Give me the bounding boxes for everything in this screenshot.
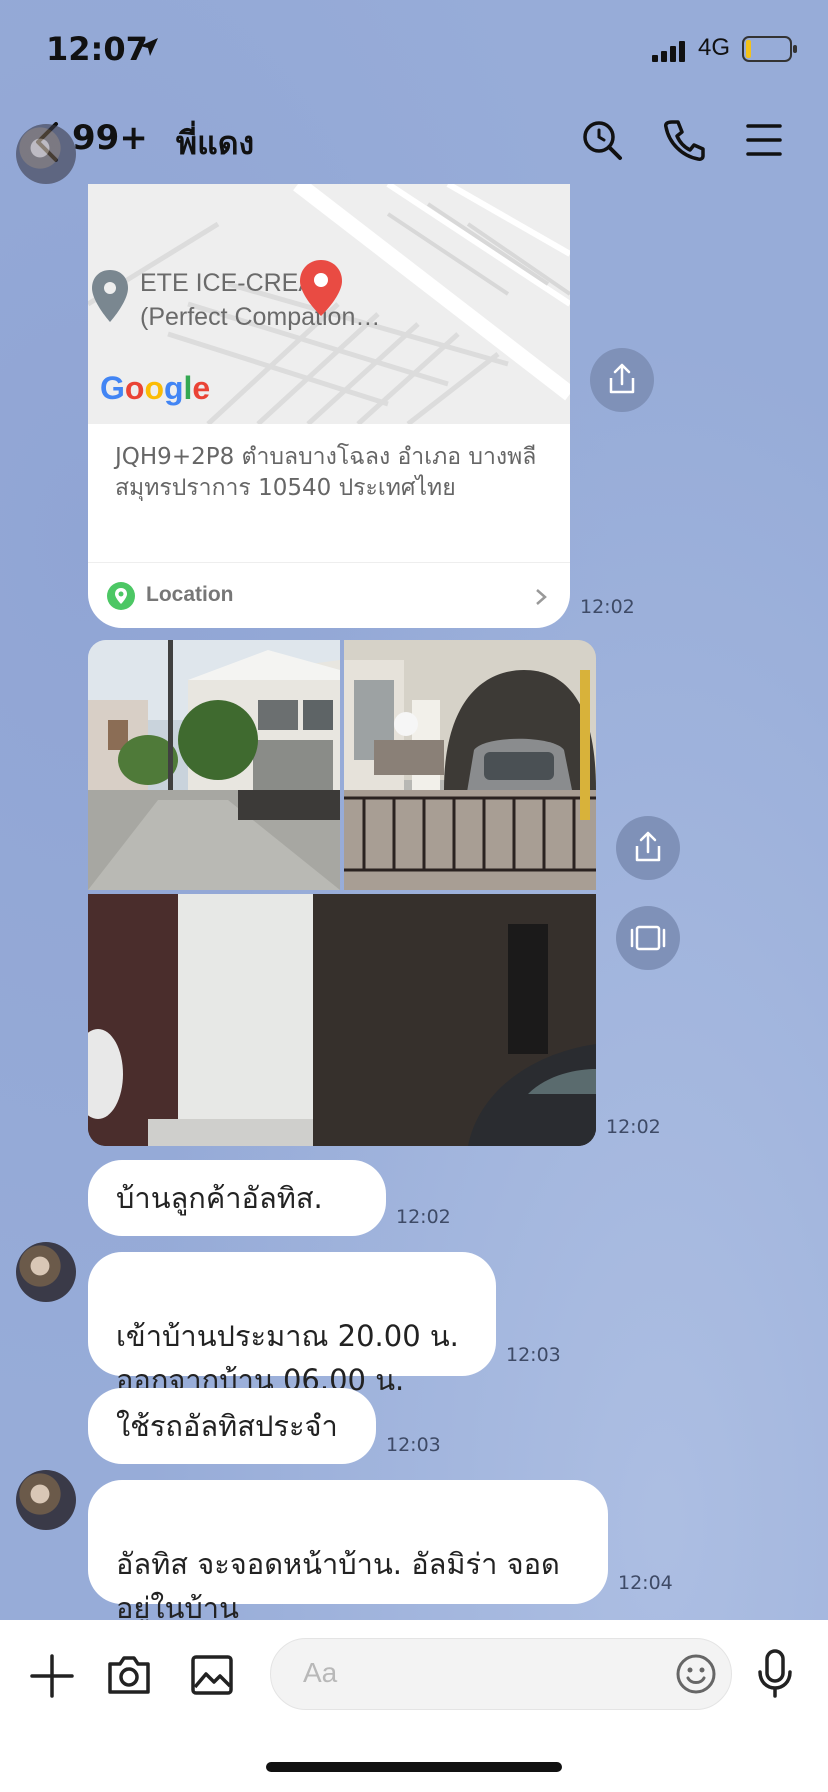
message-time: 12:02 — [396, 1206, 451, 1228]
signal-icon — [652, 41, 685, 62]
search-icon[interactable] — [580, 118, 624, 162]
chat-title[interactable]: พี่แดง — [176, 118, 254, 169]
location-card[interactable]: ETE ICE-CREAM (Perfect Compation… Google… — [88, 184, 570, 628]
message-time: 12:03 — [386, 1434, 441, 1456]
chevron-right-icon — [536, 589, 547, 605]
message-text: ใช้รถอัลทิสประจำ — [116, 1409, 338, 1443]
album-button[interactable] — [616, 906, 680, 970]
camera-icon[interactable] — [106, 1654, 152, 1696]
message-bubble[interactable]: บ้านลูกค้าอัลทิส. — [88, 1160, 386, 1236]
network-type: 4G — [698, 34, 731, 61]
photo-street[interactable] — [88, 640, 340, 890]
menu-icon[interactable] — [744, 118, 784, 162]
sender-avatar[interactable] — [16, 1242, 76, 1302]
message-text: บ้านลูกค้าอัลทิส. — [116, 1181, 323, 1215]
share-icon — [609, 363, 635, 394]
location-label: Location — [146, 583, 234, 606]
message-time: 12:03 — [506, 1344, 561, 1366]
home-indicator[interactable] — [266, 1762, 562, 1772]
phone-icon[interactable] — [662, 118, 706, 162]
photo-gate-image — [88, 894, 596, 1146]
sender-avatar[interactable] — [16, 124, 76, 184]
battery-icon — [742, 36, 797, 62]
location-footer[interactable]: Location — [88, 562, 570, 628]
plus-icon[interactable] — [30, 1654, 74, 1698]
share-button[interactable] — [590, 348, 654, 412]
unread-count[interactable]: 99+ — [72, 118, 148, 158]
image-icon[interactable] — [190, 1654, 234, 1696]
message-time: 12:02 — [580, 596, 635, 618]
photo-car-image — [344, 640, 596, 890]
map-pin-icon — [300, 260, 342, 316]
message-bubble[interactable]: อัลทิส จะจอดหน้าบ้าน. อัลมิร่า จอด อยู่ใ… — [88, 1480, 608, 1625]
message-time: 12:02 — [606, 1116, 661, 1138]
map-place-name: ETE ICE-CREAM (Perfect Compation… — [140, 269, 381, 331]
album-icon — [630, 925, 666, 951]
photo-street-image — [88, 640, 340, 890]
photo-car[interactable] — [344, 640, 596, 890]
location-arrow-icon — [140, 38, 158, 56]
location-icon — [107, 582, 135, 610]
google-logo: Google — [100, 370, 211, 406]
mic-icon[interactable] — [756, 1648, 794, 1700]
message-bubble[interactable]: เข้าบ้านประมาณ 20.00 น. ออกจากบ้าน 06.00… — [88, 1252, 496, 1397]
status-bar: 12:07 4G — [0, 0, 828, 100]
photo-gate[interactable] — [88, 894, 596, 1146]
map-place-icon — [92, 270, 128, 322]
sender-avatar[interactable] — [16, 1470, 76, 1530]
location-address: JQH9+2P8 ตำบลบางโฉลง อำเภอ บางพลี สมุทรป… — [115, 444, 537, 501]
message-input[interactable]: Aa — [270, 1638, 732, 1710]
message-time: 12:04 — [618, 1572, 673, 1594]
share-button[interactable] — [616, 816, 680, 880]
message-input-placeholder: Aa — [303, 1657, 338, 1688]
chat-header: 99+ พี่แดง — [0, 100, 828, 184]
message-bubble[interactable]: ใช้รถอัลทิสประจำ — [88, 1388, 376, 1464]
emoji-icon[interactable] — [675, 1653, 717, 1695]
status-time: 12:07 — [46, 30, 148, 68]
location-map[interactable]: ETE ICE-CREAM (Perfect Compation… Google — [88, 184, 570, 424]
share-icon — [635, 831, 661, 862]
